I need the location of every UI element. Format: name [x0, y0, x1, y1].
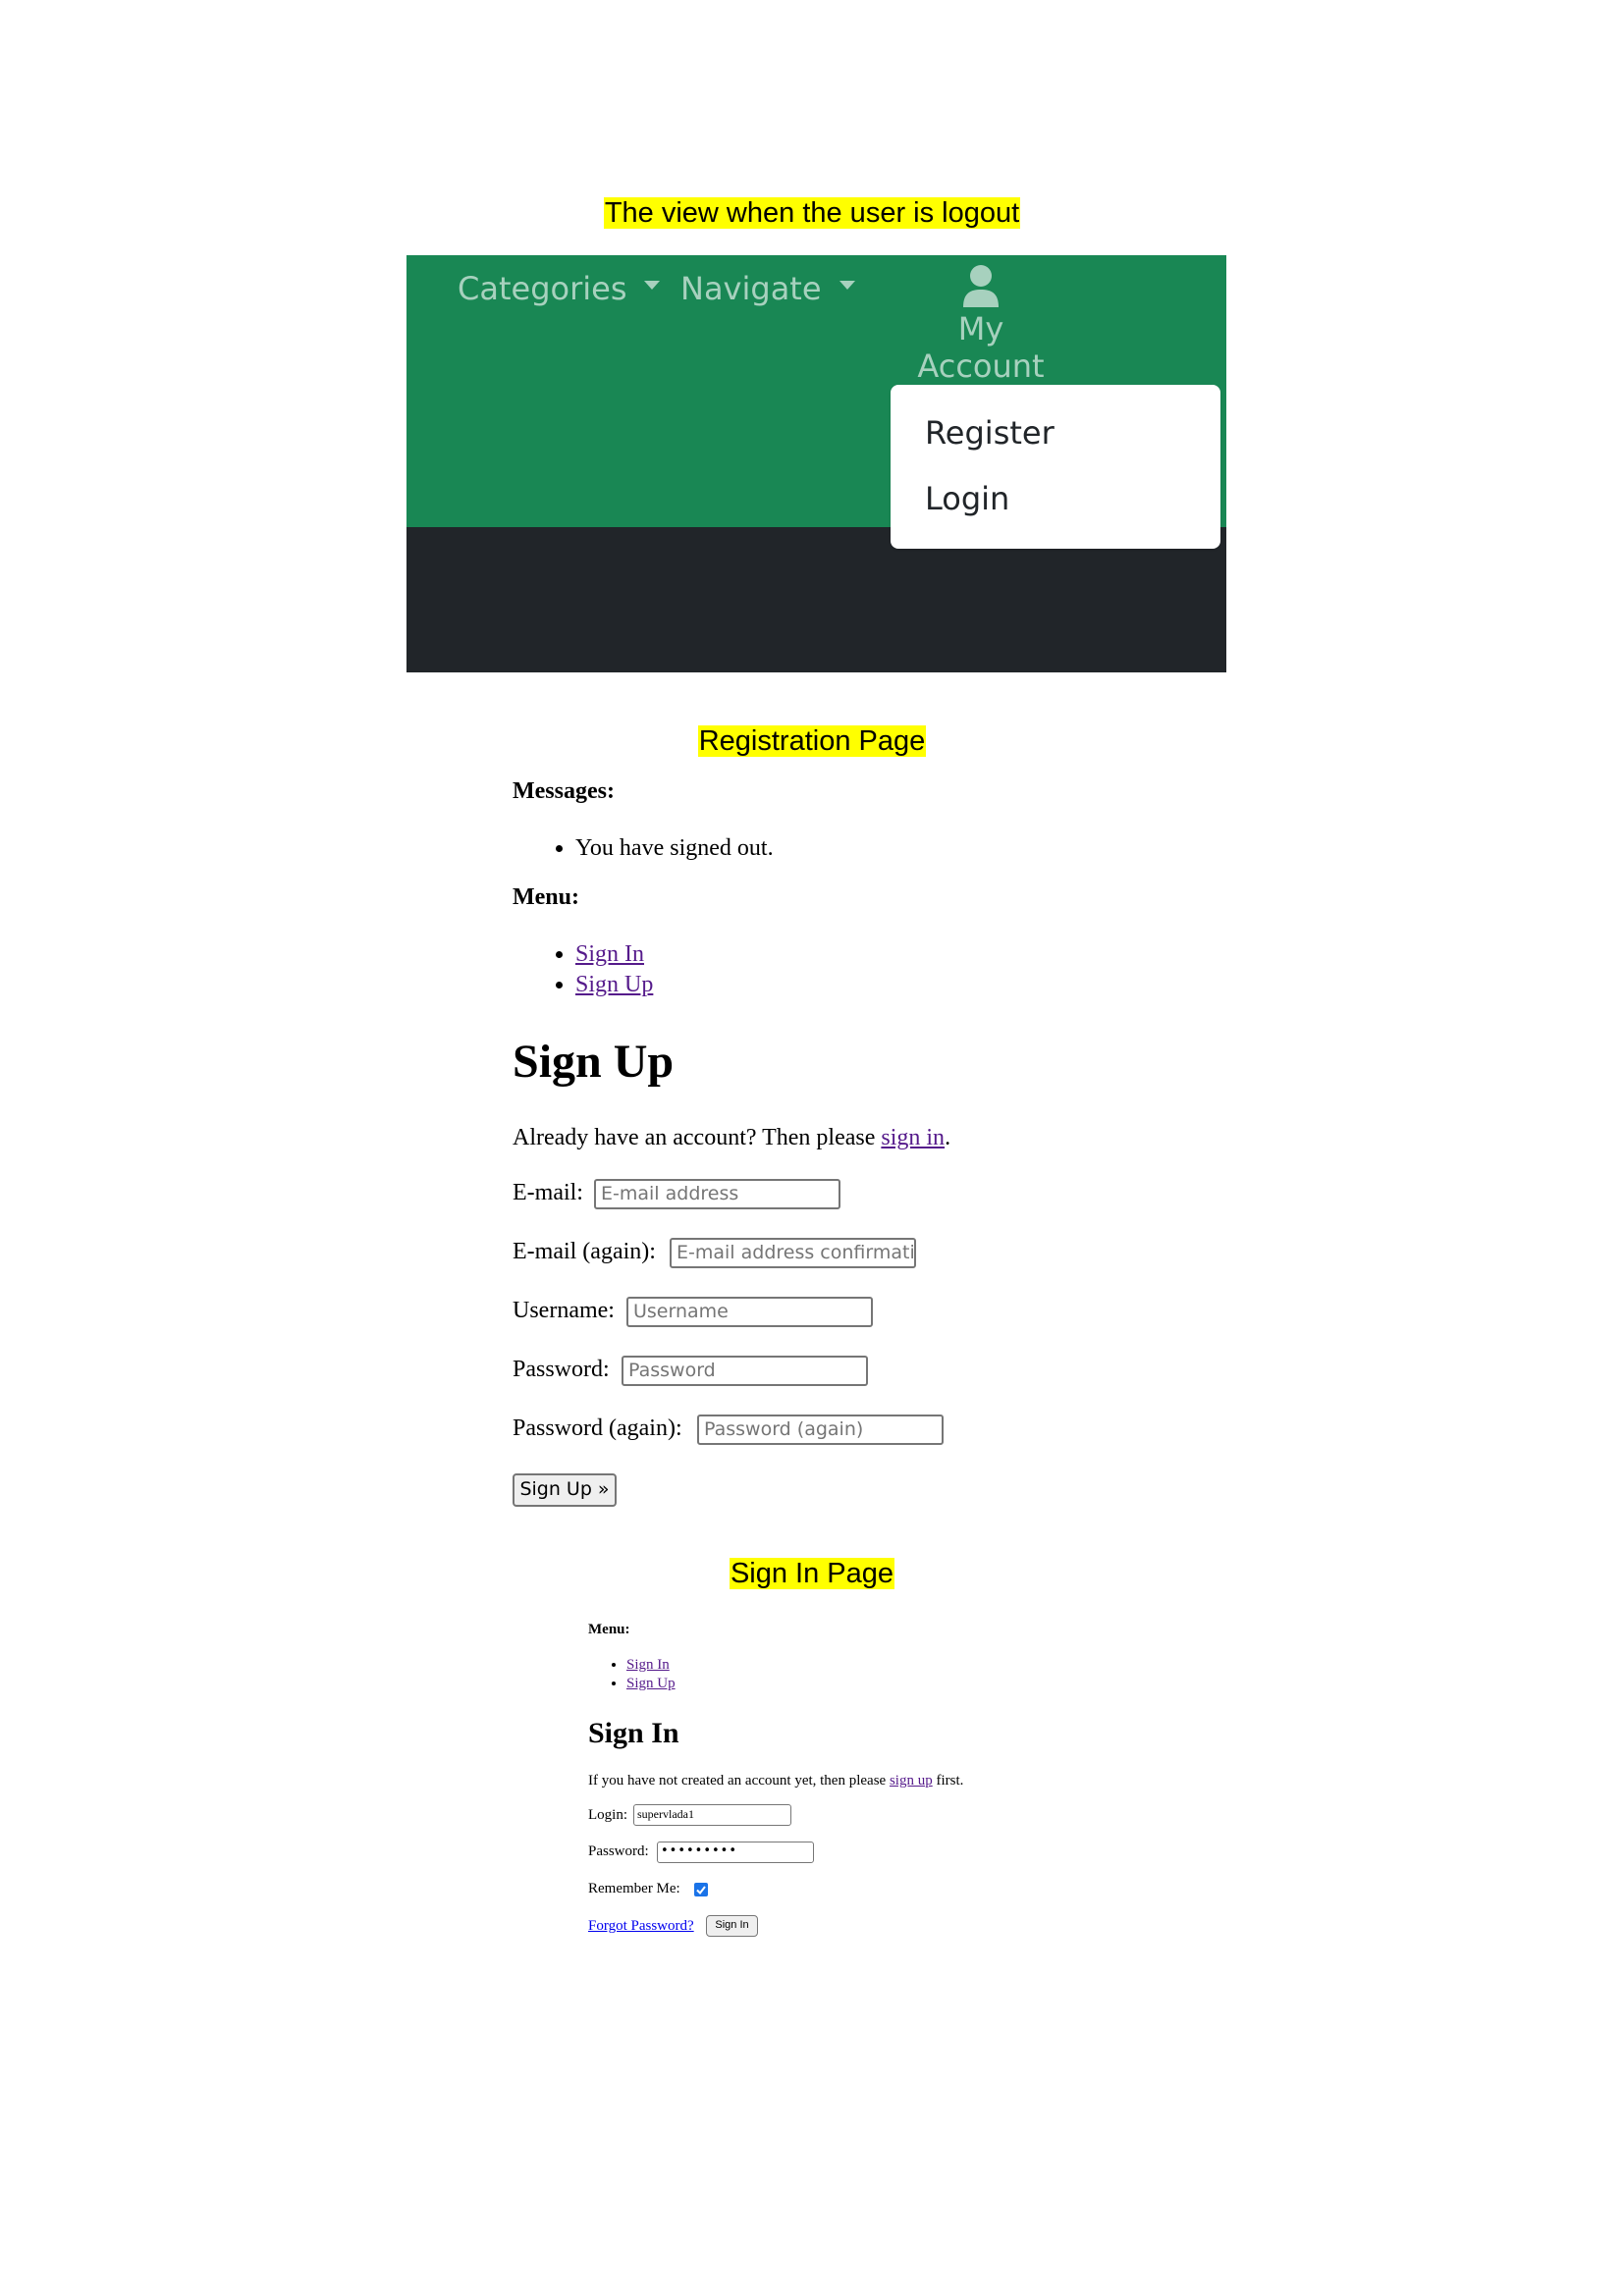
sign-in-link[interactable]: Sign In — [575, 941, 644, 967]
caption-sign-in: Sign In Page — [729, 1558, 895, 1589]
email-input[interactable]: E-mail address — [594, 1179, 840, 1209]
signup-intro-end: . — [945, 1125, 951, 1150]
signin-sign-in-link[interactable]: Sign In — [626, 1657, 670, 1673]
email-again-label: E-mail (again): — [513, 1239, 656, 1264]
remember-me-checkbox[interactable] — [694, 1883, 708, 1896]
signin-intro-text: If you have not created an account yet, … — [588, 1773, 890, 1789]
password-again-label: Password (again): — [513, 1415, 682, 1441]
login-label: Login: — [588, 1807, 627, 1823]
page-title: Sign Up — [513, 1036, 675, 1088]
messages-list: You have signed out. — [575, 832, 774, 864]
message-item: You have signed out. — [575, 832, 774, 864]
navbar-screenshot: Categories Navigate My Account Register … — [406, 255, 1226, 672]
caption-registration: Registration Page — [697, 725, 927, 757]
signin-menu-item-sign-up: Sign Up — [626, 1675, 676, 1693]
signin-intro: If you have not created an account yet, … — [588, 1773, 963, 1789]
messages-heading: Messages: — [513, 778, 615, 804]
chevron-down-icon — [839, 280, 855, 290]
signin-title: Sign In — [588, 1717, 679, 1749]
signin-sign-up-link[interactable]: Sign Up — [626, 1676, 676, 1691]
chevron-down-icon — [644, 280, 661, 290]
password-label: Password: — [513, 1357, 610, 1382]
signin-menu-item-sign-in: Sign In — [626, 1656, 676, 1675]
nav-categories-label: Categories — [458, 270, 627, 307]
forgot-password-link[interactable]: Forgot Password? — [588, 1918, 694, 1935]
signup-intro-text: Already have an account? Then please — [513, 1125, 882, 1150]
my-account-label: My Account — [917, 310, 1045, 385]
signin-password-input[interactable]: ••••••••• — [657, 1842, 814, 1863]
caption-logout-view: The view when the user is logout — [603, 197, 1021, 229]
sign-in-button[interactable]: Sign In — [706, 1915, 758, 1937]
password-input[interactable]: Password — [622, 1356, 868, 1386]
login-input[interactable]: supervlada1 — [633, 1804, 791, 1826]
intro-sign-in-link[interactable]: sign in — [881, 1125, 945, 1150]
signup-intro: Already have an account? Then please sig… — [513, 1125, 950, 1151]
signin-menu-heading: Menu: — [588, 1622, 630, 1637]
menu-item-sign-in: Sign In — [575, 939, 653, 970]
email-label: E-mail: — [513, 1180, 583, 1205]
email-again-input[interactable]: E-mail address confirmatic — [670, 1238, 916, 1268]
user-icon — [963, 265, 999, 307]
password-again-input[interactable]: Password (again) — [697, 1415, 944, 1445]
menu-list: Sign In Sign Up — [575, 939, 653, 1000]
signin-intro-end: first. — [932, 1773, 964, 1789]
nav-navigate-dropdown[interactable]: Navigate — [680, 270, 855, 307]
account-dropdown-menu: Register Login — [891, 385, 1220, 549]
remember-me-label: Remember Me: — [588, 1881, 680, 1896]
nav-categories-dropdown[interactable]: Categories — [458, 270, 661, 307]
signin-password-label: Password: — [588, 1843, 649, 1859]
intro-sign-up-link[interactable]: sign up — [890, 1773, 933, 1789]
my-account-dropdown[interactable]: My Account — [893, 263, 1069, 385]
menu-heading: Menu: — [513, 884, 579, 910]
nav-navigate-label: Navigate — [680, 270, 822, 307]
sign-up-button[interactable]: Sign Up » — [513, 1473, 617, 1507]
signin-menu-list: Sign In Sign Up — [626, 1656, 676, 1693]
sign-up-link[interactable]: Sign Up — [575, 972, 653, 997]
dropdown-item-register[interactable]: Register — [925, 414, 1055, 452]
username-input[interactable]: Username — [626, 1297, 873, 1327]
username-label: Username: — [513, 1298, 615, 1323]
checkmark-icon — [696, 1886, 706, 1896]
menu-item-sign-up: Sign Up — [575, 970, 653, 1000]
dropdown-item-login[interactable]: Login — [925, 480, 1009, 517]
